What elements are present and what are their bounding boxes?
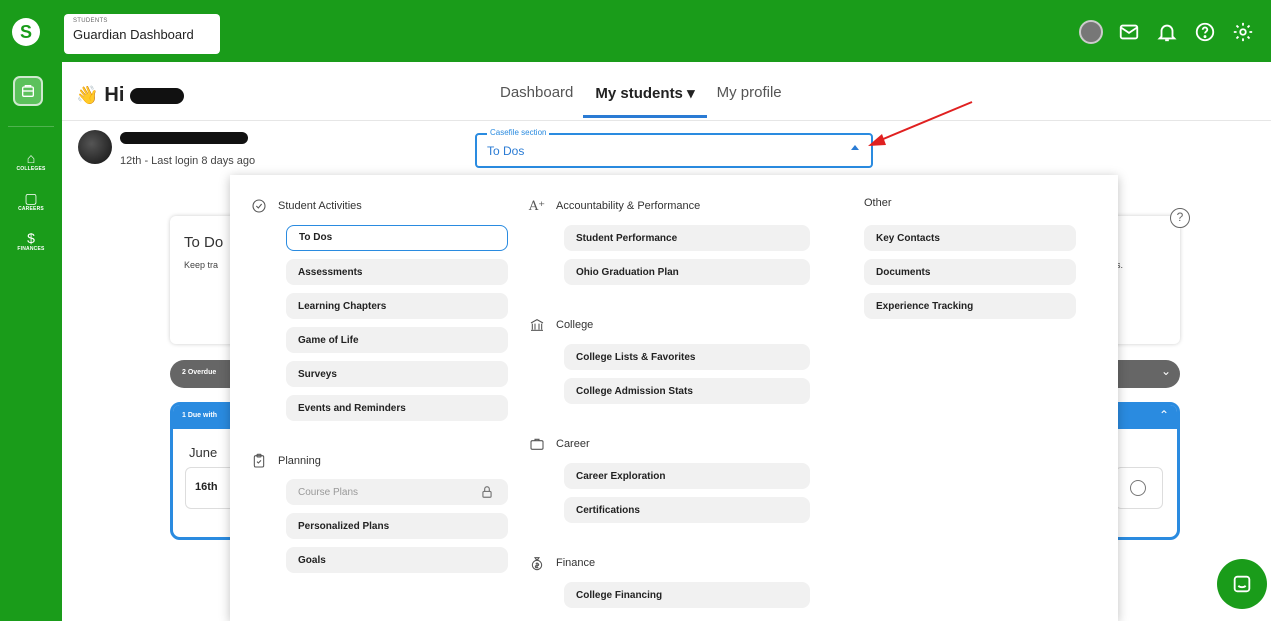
app-title: Guardian Dashboard	[73, 27, 194, 42]
college-icon	[528, 316, 546, 334]
group-student-activities: Student Activities	[250, 197, 362, 215]
help-icon[interactable]: ?	[1170, 208, 1190, 228]
money-bag-icon	[528, 554, 546, 572]
group-title: Accountability & Performance	[556, 200, 701, 212]
group-title: Other	[864, 197, 892, 209]
menu-item-learning-chapters[interactable]: Learning Chapters	[286, 293, 508, 319]
menu-item-experience-tracking[interactable]: Experience Tracking	[864, 293, 1076, 319]
todo-card-title: To Do	[184, 234, 224, 251]
sidebar-item-careers[interactable]: ▢ CAREERS	[0, 190, 62, 212]
app-switcher[interactable]: STUDENTS Guardian Dashboard	[64, 14, 220, 54]
casefile-dropdown-menu: Student Activities To Dos Assessments Le…	[230, 175, 1118, 621]
overdue-text: 2 Overdue	[182, 369, 217, 376]
tab-dashboard[interactable]: Dashboard	[500, 84, 573, 118]
casefile-section-select[interactable]: Casefile section To Dos	[475, 128, 873, 168]
sidebar-item-label: COLLEGES	[16, 166, 46, 172]
chevron-down-icon: ⌄	[1160, 364, 1171, 378]
group-title: Career	[556, 438, 590, 450]
todo-card-subtitle: Keep tra	[184, 260, 219, 270]
menu-item-college-lists-favorites[interactable]: College Lists & Favorites	[564, 344, 810, 370]
complete-check-icon[interactable]	[1115, 467, 1163, 509]
caret-up-icon	[851, 145, 859, 150]
sidebar-divider	[8, 126, 54, 127]
group-career: Career	[528, 435, 590, 453]
sidebar: ⌂ COLLEGES ▢ CAREERS $ FINANCES	[0, 62, 62, 621]
menu-item-events-and-reminders[interactable]: Events and Reminders	[286, 395, 508, 421]
chat-button[interactable]	[1217, 559, 1267, 609]
grade-a-plus-icon: A⁺	[528, 198, 546, 214]
casefile-label: Casefile section	[487, 128, 550, 137]
wave-icon: 👋	[76, 85, 99, 105]
student-meta: 12th - Last login 8 days ago	[120, 155, 256, 167]
menu-item-game-of-life[interactable]: Game of Life	[286, 327, 508, 353]
money-bag-icon: $	[27, 230, 35, 246]
group-college: College	[528, 316, 593, 334]
menu-item-goals[interactable]: Goals	[286, 547, 508, 573]
casefile-value: To Dos	[487, 144, 525, 158]
sidebar-item-label: CAREERS	[18, 206, 44, 212]
help-icon[interactable]	[1193, 20, 1217, 44]
group-planning: Planning	[250, 452, 321, 470]
sidebar-item-finances[interactable]: $ FINANCES	[0, 230, 62, 252]
annotation-arrow	[868, 101, 973, 146]
greeting-text: Hi	[104, 84, 125, 106]
app-kicker: STUDENTS	[73, 18, 108, 24]
header-divider	[62, 120, 1271, 121]
menu-item-assessments[interactable]: Assessments	[286, 259, 508, 285]
menu-item-certifications[interactable]: Certifications	[564, 497, 810, 523]
menu-item-documents[interactable]: Documents	[864, 259, 1076, 285]
menu-item-personalized-plans[interactable]: Personalized Plans	[286, 513, 508, 539]
user-avatar-icon[interactable]	[1079, 20, 1103, 44]
top-bar: S STUDENTS Guardian Dashboard	[0, 0, 1271, 62]
check-circle-icon	[250, 197, 268, 215]
tab-my-students[interactable]: My students ▾	[583, 84, 707, 118]
group-title: Finance	[556, 557, 596, 569]
briefcase-icon: ▢	[24, 190, 38, 206]
menu-item-ohio-graduation-plan[interactable]: Ohio Graduation Plan	[564, 259, 810, 285]
menu-item-college-financing[interactable]: College Financing	[564, 582, 810, 608]
greeting: 👋 Hi	[76, 84, 185, 107]
menu-item-to-dos[interactable]: To Dos	[286, 225, 508, 251]
redacted-name	[130, 87, 185, 104]
group-accountability-performance: A⁺ Accountability & Performance	[528, 197, 700, 215]
sidebar-home-icon[interactable]	[13, 76, 43, 106]
mail-icon[interactable]	[1117, 20, 1141, 44]
lock-icon	[482, 486, 492, 498]
top-icons	[1079, 20, 1255, 44]
menu-item-key-contacts[interactable]: Key Contacts	[864, 225, 1076, 251]
menu-item-course-plans: Course Plans	[286, 479, 508, 505]
group-title: Student Activities	[278, 200, 362, 212]
menu-item-student-performance[interactable]: Student Performance	[564, 225, 810, 251]
chat-icon	[1233, 575, 1251, 593]
menu-item-college-admission-stats[interactable]: College Admission Stats	[564, 378, 810, 404]
group-finance: Finance	[528, 554, 595, 572]
chevron-up-icon: ⌃	[1158, 408, 1169, 422]
app-logo-icon[interactable]: S	[12, 18, 40, 46]
group-other: Other	[864, 197, 892, 209]
clipboard-icon	[250, 452, 268, 470]
sidebar-item-colleges[interactable]: ⌂ COLLEGES	[0, 150, 62, 172]
menu-item-label: Course Plans	[298, 487, 359, 498]
menu-item-surveys[interactable]: Surveys	[286, 361, 508, 387]
menu-item-career-exploration[interactable]: Career Exploration	[564, 463, 810, 489]
settings-gear-icon[interactable]	[1231, 20, 1255, 44]
sidebar-item-label: FINANCES	[17, 246, 45, 252]
student-avatar[interactable]	[78, 130, 112, 164]
due-text: 1 Due with	[182, 412, 218, 419]
redacted-student-name	[120, 132, 248, 144]
tab-my-profile[interactable]: My profile	[717, 84, 782, 118]
college-icon: ⌂	[26, 150, 36, 166]
main-nav: Dashboard My students ▾ My profile	[500, 84, 782, 118]
bell-icon[interactable]	[1155, 20, 1179, 44]
briefcase-icon	[528, 435, 546, 453]
group-title: Planning	[278, 455, 321, 467]
due-month: June	[189, 445, 218, 460]
group-title: College	[556, 319, 594, 331]
due-day: 16th	[195, 481, 218, 493]
